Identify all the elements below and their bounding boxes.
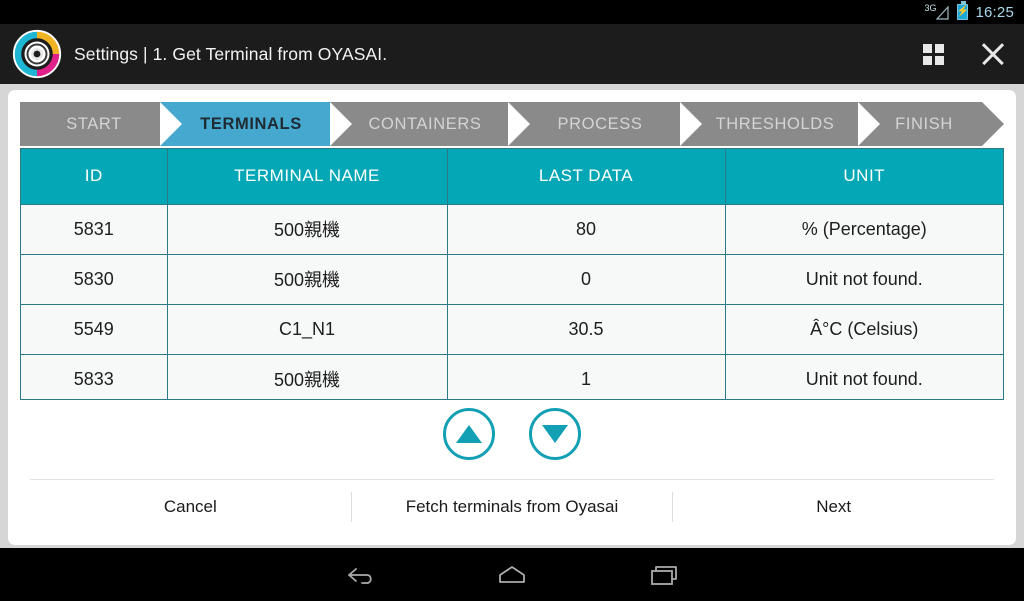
signal-bars-icon [936,6,950,20]
step-containers[interactable]: CONTAINERS [330,102,530,146]
cell-unit: Unit not found. [725,254,1003,305]
next-button[interactable]: Next [673,480,994,533]
cell-name: 500親機 [167,204,448,255]
table-row[interactable]: 5830 500親機 0 Unit not found. [21,254,1003,305]
step-label: FINISH [895,114,953,133]
column-header-last-data[interactable]: LAST DATA [447,149,726,205]
step-terminals[interactable]: TERMINALS [160,102,352,146]
arrow-up-circle-icon[interactable] [443,408,495,460]
app-title-bar: Settings | 1. Get Terminal from OYASAI. [0,24,1024,84]
cell-unit: Â°C (Celsius) [725,304,1003,355]
page-title: Settings | 1. Get Terminal from OYASAI. [74,43,388,64]
column-header-unit[interactable]: UNIT [725,149,1003,205]
triangle-up-glyph [456,425,482,443]
cancel-button[interactable]: Cancel [30,480,351,533]
cell-unit: Unit not found. [725,354,1003,399]
step-label: PROCESS [557,114,643,133]
network-type-label: 3G [924,3,937,13]
cell-id: 5830 [21,254,168,305]
arrow-down-circle-icon[interactable] [529,408,581,460]
table-scroll-controls [8,408,1016,460]
device-screen: 3G ⚡ 16:25 Settings | 1. Get Terminal fr… [0,0,1024,601]
step-label: TERMINALS [200,114,302,133]
terminals-table: ID TERMINAL NAME LAST DATA UNIT 5831 500… [21,149,1003,399]
android-status-bar: 3G ⚡ 16:25 [0,0,1024,24]
cell-last-data: 30.5 [447,304,726,355]
appbar-actions [923,41,1006,67]
dialog-footer: Cancel Fetch terminals from Oyasai Next [30,479,994,533]
app-logo-icon [12,29,62,79]
recent-apps-icon[interactable] [647,562,681,588]
cell-id: 5833 [21,354,168,399]
step-label: THRESHOLDS [715,114,835,133]
terminals-table-container: ID TERMINAL NAME LAST DATA UNIT 5831 500… [20,148,1004,400]
cell-last-data: 80 [447,204,726,255]
triangle-down-glyph [542,425,568,443]
cell-id: 5549 [21,304,168,355]
status-bar-right-group: 3G ⚡ 16:25 [924,1,1014,21]
back-arrow-icon[interactable] [343,562,377,588]
step-thresholds[interactable]: THRESHOLDS [680,102,880,146]
table-row[interactable]: 5549 C1_N1 30.5 Â°C (Celsius) [21,304,1003,355]
step-label: CONTAINERS [368,114,482,133]
status-bar-clock: 16:25 [975,3,1014,21]
battery-charging-icon: ⚡ [956,1,970,20]
step-label: START [66,114,122,133]
cell-id: 5831 [21,204,168,255]
close-icon[interactable] [980,41,1006,67]
column-header-name[interactable]: TERMINAL NAME [167,149,448,205]
table-header-row: ID TERMINAL NAME LAST DATA UNIT [21,149,1003,205]
home-icon[interactable] [495,562,529,588]
column-header-id[interactable]: ID [21,149,168,205]
android-navigation-bar [0,548,1024,601]
table-row[interactable]: 5833 500親機 1 Unit not found. [21,354,1003,399]
cell-last-data: 0 [447,254,726,305]
cell-unit: % (Percentage) [725,204,1003,255]
charging-bolt-icon: ⚡ [956,6,970,17]
wizard-card: START TERMINALS CONTAINERS PROCESS THRES… [8,90,1016,545]
cell-last-data: 1 [447,354,726,399]
fetch-terminals-button[interactable]: Fetch terminals from Oyasai [352,480,673,533]
step-tail-chevron-icon [982,102,1004,146]
wizard-breadcrumb: START TERMINALS CONTAINERS PROCESS THRES… [20,102,1004,146]
grid-view-icon[interactable] [923,43,944,65]
step-start[interactable]: START [20,102,182,146]
signal-triangle-icon: 3G [924,3,950,21]
cell-name: 500親機 [167,354,448,399]
step-process[interactable]: PROCESS [508,102,702,146]
table-row[interactable]: 5831 500親機 80 % (Percentage) [21,204,1003,255]
cell-name: 500親機 [167,254,448,305]
cell-name: C1_N1 [167,304,448,355]
